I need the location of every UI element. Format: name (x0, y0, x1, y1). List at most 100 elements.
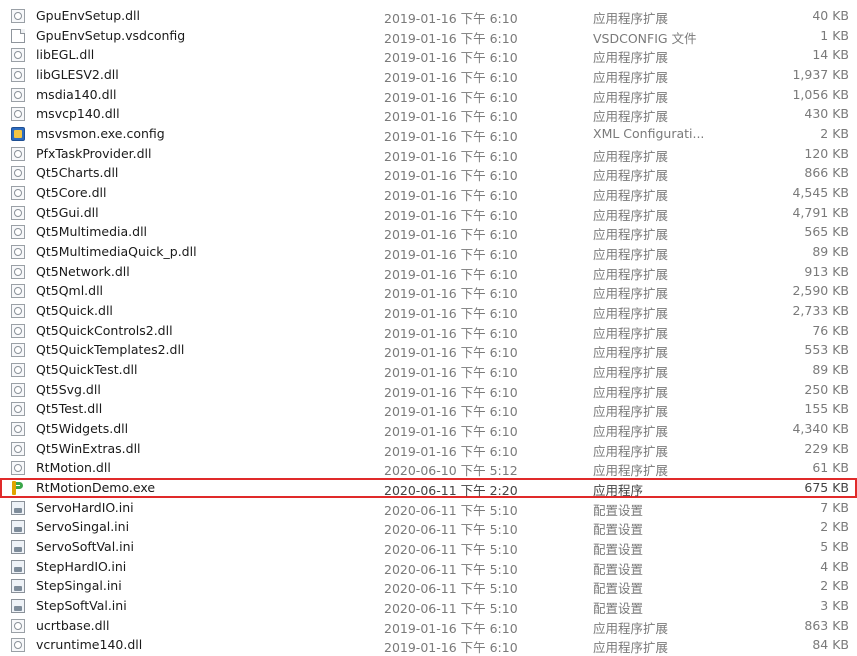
file-type: 应用程序扩展 (593, 404, 669, 420)
file-name: Qt5Quick.dll (36, 303, 113, 319)
date-modified: 2019-01-16 下午 6:10 (384, 129, 518, 145)
file-row[interactable]: Qt5Gui.dll 2019-01-16 下午 6:10 应用程序扩展 4,791 … (0, 203, 857, 223)
file-row[interactable]: Qt5Qml.dll 2019-01-16 下午 6:10 应用程序扩展 2,590 … (0, 281, 857, 301)
dll-file-icon (11, 225, 25, 240)
file-name: PfxTaskProvider.dll (36, 145, 152, 161)
file-row[interactable]: ServoSoftVal.ini 2020-06-11 下午 5:10 配置设置 5 … (0, 537, 857, 557)
file-row[interactable]: msvsmon.exe.config 2019-01-16 下午 6:10 XML … (0, 124, 857, 144)
file-size: 565 KB (804, 224, 849, 240)
date-modified: 2019-01-16 下午 6:10 (384, 30, 518, 46)
exe-app-icon (11, 481, 25, 496)
file-type: 应用程序扩展 (593, 89, 669, 105)
file-name: Qt5WinExtras.dll (36, 440, 141, 456)
file-row[interactable]: Qt5Svg.dll 2019-01-16 下午 6:10 应用程序扩展 250 KB (0, 380, 857, 400)
dll-file-icon (11, 363, 25, 378)
file-size: 7 KB (820, 499, 849, 515)
file-row[interactable]: GpuEnvSetup.dll 2019-01-16 下午 6:10 应用程序扩展 4… (0, 6, 857, 26)
file-row[interactable]: ServoSingal.ini 2020-06-11 下午 5:10 配置设置 2 K… (0, 517, 857, 537)
file-row[interactable]: RtMotion.dll 2020-06-10 下午 5:12 应用程序扩展 61 K… (0, 458, 857, 478)
dll-file-icon (11, 402, 25, 417)
file-row[interactable]: ServoHardIO.ini 2020-06-11 下午 5:10 配置设置 7 K… (0, 498, 857, 518)
date-modified: 2019-01-16 下午 6:10 (384, 443, 518, 459)
file-row[interactable]: StepSoftVal.ini 2020-06-11 下午 5:10 配置设置 3 K… (0, 596, 857, 616)
date-modified: 2019-01-16 下午 6:10 (384, 286, 518, 302)
file-name: Qt5Charts.dll (36, 165, 119, 181)
file-row[interactable]: Qt5Network.dll 2019-01-16 下午 6:10 应用程序扩展 91… (0, 262, 857, 282)
ini-settings-icon (11, 559, 25, 574)
date-modified: 2020-06-11 下午 5:10 (384, 502, 518, 518)
file-type: 应用程序扩展 (593, 247, 669, 263)
dll-file-icon (11, 618, 25, 633)
file-row[interactable]: Qt5Multimedia.dll 2019-01-16 下午 6:10 应用程序扩… (0, 222, 857, 242)
date-modified: 2020-06-11 下午 5:10 (384, 522, 518, 538)
file-size: 76 KB (812, 322, 849, 338)
file-row[interactable]: Qt5Quick.dll 2019-01-16 下午 6:10 应用程序扩展 2,73… (0, 301, 857, 321)
file-row[interactable]: Qt5Widgets.dll 2019-01-16 下午 6:10 应用程序扩展 4,… (0, 419, 857, 439)
file-row[interactable]: Qt5WinExtras.dll 2019-01-16 下午 6:10 应用程序扩展… (0, 439, 857, 459)
file-type: 配置设置 (593, 522, 644, 538)
file-name: Qt5QuickTemplates2.dll (36, 342, 185, 358)
blank-file-icon (11, 28, 25, 43)
file-row[interactable]: StepHardIO.ini 2020-06-11 下午 5:10 配置设置 4 KB (0, 557, 857, 577)
file-type: VSDCONFIG 文件 (593, 30, 697, 46)
dll-file-icon (11, 205, 25, 220)
file-type: 应用程序扩展 (593, 109, 669, 125)
file-size: 89 KB (812, 244, 849, 260)
file-type: 配置设置 (593, 502, 644, 518)
dll-file-icon (11, 107, 25, 122)
file-size: 14 KB (812, 47, 849, 63)
file-name: Qt5Qml.dll (36, 283, 104, 299)
dll-file-icon (11, 284, 25, 299)
file-size: 863 KB (804, 617, 849, 633)
file-size: 1,937 KB (792, 67, 849, 82)
file-row[interactable]: libEGL.dll 2019-01-16 下午 6:10 应用程序扩展 14 KB (0, 45, 857, 65)
file-row[interactable]: Qt5Charts.dll 2019-01-16 下午 6:10 应用程序扩展 866… (0, 163, 857, 183)
file-row[interactable]: msvcp140.dll 2019-01-16 下午 6:10 应用程序扩展 430 … (0, 104, 857, 124)
file-name: libEGL.dll (36, 47, 95, 63)
file-row[interactable]: ucrtbase.dll 2019-01-16 下午 6:10 应用程序扩展 863 … (0, 616, 857, 636)
file-row[interactable]: Qt5QuickTemplates2.dll 2019-01-16 下午 6:10… (0, 340, 857, 360)
dll-file-icon (11, 146, 25, 161)
file-row[interactable]: msdia140.dll 2019-01-16 下午 6:10 应用程序扩展 1,05… (0, 85, 857, 105)
file-type: 应用程序扩展 (593, 306, 669, 322)
dll-file-icon (11, 87, 25, 102)
file-size: 2 KB (820, 126, 849, 142)
date-modified: 2019-01-16 下午 6:10 (384, 640, 518, 656)
date-modified: 2019-01-16 下午 6:10 (384, 247, 518, 263)
file-row[interactable]: Qt5QuickControls2.dll 2019-01-16 下午 6:10 应… (0, 321, 857, 341)
date-modified: 2019-01-16 下午 6:10 (384, 404, 518, 420)
file-type: 应用程序扩展 (593, 168, 669, 184)
file-size: 4 KB (820, 558, 849, 574)
file-row[interactable]: GpuEnvSetup.vsdconfig 2019-01-16 下午 6:10 V… (0, 26, 857, 46)
file-size: 1,056 KB (792, 86, 849, 102)
date-modified: 2020-06-11 下午 5:10 (384, 561, 518, 577)
date-modified: 2019-01-16 下午 6:10 (384, 266, 518, 282)
file-type: 应用程序扩展 (593, 620, 669, 636)
file-size: 2 KB (820, 578, 849, 594)
file-row[interactable]: libGLESV2.dll 2019-01-16 下午 6:10 应用程序扩展 1,9… (0, 65, 857, 85)
date-modified: 2019-01-16 下午 6:10 (384, 50, 518, 66)
file-name: msvsmon.exe.config (36, 126, 165, 142)
date-modified: 2019-01-16 下午 6:10 (384, 70, 518, 85)
file-row[interactable]: Qt5QuickTest.dll 2019-01-16 下午 6:10 应用程序扩展… (0, 360, 857, 380)
file-type: 应用程序扩展 (593, 50, 669, 66)
file-row[interactable]: Qt5MultimediaQuick_p.dll 2019-01-16 下午 6:… (0, 242, 857, 262)
file-type: 应用程序扩展 (593, 188, 669, 204)
ini-settings-icon (11, 500, 25, 515)
dll-file-icon (11, 68, 25, 82)
file-row[interactable]: StepSingal.ini 2020-06-11 下午 5:10 配置设置 2 KB (0, 576, 857, 596)
file-size: 1 KB (820, 27, 849, 43)
file-size: 120 KB (804, 145, 849, 161)
file-type: 应用程序扩展 (593, 345, 669, 361)
file-type: 配置设置 (593, 601, 644, 617)
file-row[interactable]: Qt5Core.dll 2019-01-16 下午 6:10 应用程序扩展 4,545… (0, 183, 857, 203)
dll-file-icon (11, 461, 25, 476)
file-size: 250 KB (804, 381, 849, 397)
file-row[interactable]: PfxTaskProvider.dll 2019-01-16 下午 6:10 应用程… (0, 144, 857, 164)
dll-file-icon (11, 323, 25, 338)
date-modified: 2019-01-16 下午 6:10 (384, 365, 518, 381)
file-row-highlighted[interactable]: RtMotionDemo.exe 2020-06-11 下午 2:20 应用程序 67… (0, 478, 857, 499)
file-name: msdia140.dll (36, 86, 117, 102)
file-row[interactable]: vcruntime140.dll 2019-01-16 下午 6:10 应用程序扩展… (0, 635, 857, 655)
file-row[interactable]: Qt5Test.dll 2019-01-16 下午 6:10 应用程序扩展 155 K… (0, 399, 857, 419)
